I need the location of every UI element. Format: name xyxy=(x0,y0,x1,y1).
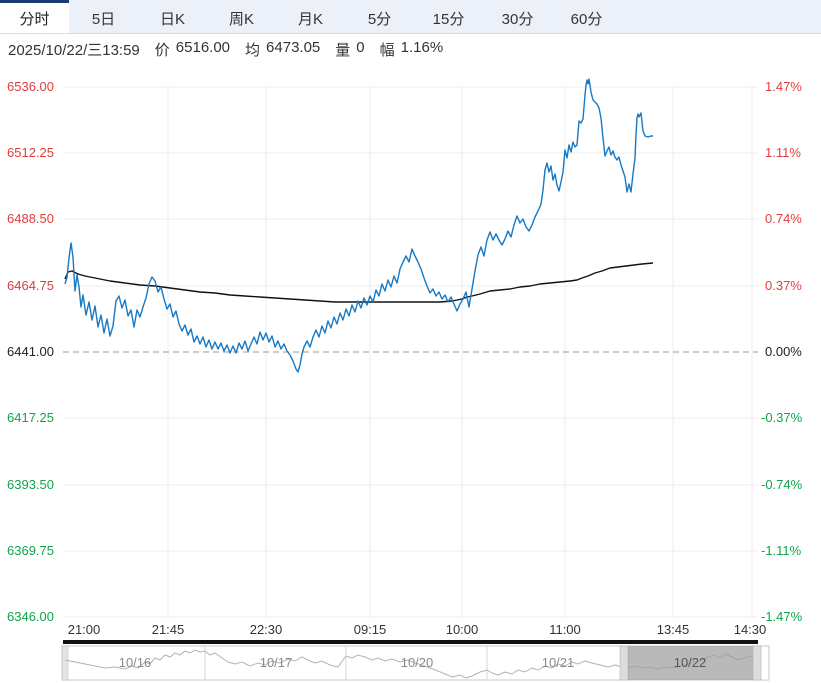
price-axis-label: 6369.75 xyxy=(7,543,54,558)
price-axis-label: 6346.00 xyxy=(7,609,54,624)
price-axis-label-prev-close: 6441.00 xyxy=(7,344,54,359)
price-axis-label: 6536.00 xyxy=(7,79,54,94)
pct-axis-label: 1.11% xyxy=(765,145,801,160)
nav-date-label[interactable]: 10/21 xyxy=(528,655,588,670)
pct-axis-label: -0.74% xyxy=(761,477,803,492)
pct-axis-label: 0.74% xyxy=(765,211,802,226)
pct-axis-label: 1.47% xyxy=(765,79,802,94)
nav-date-label-selected[interactable]: 10/22 xyxy=(660,655,720,670)
price-axis-label: 6393.50 xyxy=(7,477,54,492)
time-axis-label: 11:00 xyxy=(549,622,581,637)
nav-date-label[interactable]: 10/20 xyxy=(387,655,447,670)
time-axis-label: 21:45 xyxy=(151,622,185,637)
price-axis-label: 6512.25 xyxy=(7,145,54,160)
bottom-axis-line xyxy=(63,640,758,644)
nav-date-label[interactable]: 10/16 xyxy=(105,655,165,670)
navigator-left-edge-handle[interactable] xyxy=(61,645,69,681)
navigator-handle-left[interactable] xyxy=(619,645,629,681)
pct-axis-label: 0.37% xyxy=(765,278,802,293)
pct-axis-label: -0.37% xyxy=(761,410,803,425)
pct-axis-label: -1.11% xyxy=(761,543,802,558)
nav-date-label[interactable]: 10/17 xyxy=(246,655,306,670)
navigator-handle-right[interactable] xyxy=(752,645,762,681)
time-axis-label: 10:00 xyxy=(445,622,479,637)
chart-plot-area[interactable] xyxy=(0,0,821,683)
intraday-chart-window: 分时 5日 日K 周K 月K 5分 15分 30分 60分 2025/10/22… xyxy=(0,0,821,683)
pct-axis-label-zero: 0.00% xyxy=(765,344,802,359)
price-axis-label: 6464.75 xyxy=(7,278,54,293)
time-axis-label: 09:15 xyxy=(353,622,387,637)
price-axis-label: 6488.50 xyxy=(7,211,54,226)
time-axis-label: 14:30 xyxy=(733,622,767,637)
time-axis-label: 21:00 xyxy=(67,622,101,637)
time-axis-label: 22:30 xyxy=(249,622,283,637)
price-axis-label: 6417.25 xyxy=(7,410,54,425)
time-axis-label: 13:45 xyxy=(656,622,690,637)
